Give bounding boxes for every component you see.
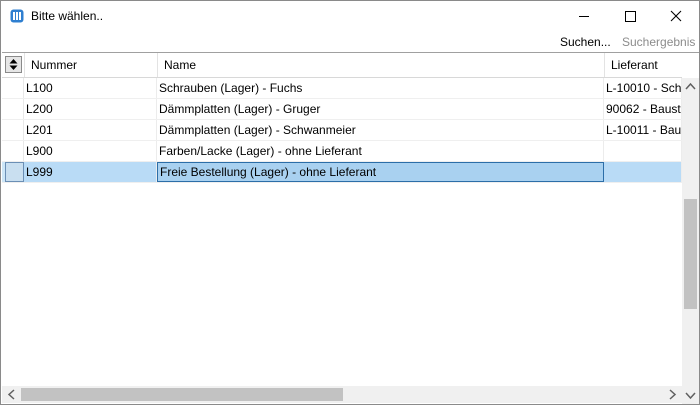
chevron-up-icon[interactable]	[682, 78, 699, 95]
cell-lieferant: L-10011 - Baus	[604, 120, 682, 140]
maximize-icon	[625, 11, 636, 22]
table-row[interactable]: L100 Schrauben (Lager) - Fuchs L-10010 -…	[2, 78, 682, 99]
sort-button[interactable]	[5, 56, 22, 73]
cell-nummer: L999	[24, 162, 157, 182]
table-row[interactable]: L200 Dämmplatten (Lager) - Gruger 90062 …	[2, 99, 682, 120]
row-selector[interactable]	[5, 99, 24, 119]
grid-app-icon	[10, 9, 24, 23]
grid-header: Nummer Name Lieferant	[2, 53, 682, 78]
cell-nummer: L200	[24, 99, 157, 119]
column-header-lieferant[interactable]: Lieferant	[604, 53, 682, 77]
row-selector[interactable]	[5, 78, 24, 98]
dialog-window: Bitte wählen.. Suchen... Suchergebnis Nu…	[0, 0, 700, 405]
search-button[interactable]: Suchen...	[560, 35, 611, 49]
minimize-icon	[579, 16, 589, 17]
chevron-left-icon[interactable]	[3, 386, 20, 403]
row-selector[interactable]	[5, 120, 24, 140]
window-title: Bitte wählen..	[31, 9, 104, 23]
row-selector[interactable]	[5, 141, 24, 161]
search-results-button[interactable]: Suchergebnis	[622, 35, 695, 49]
vertical-scroll-thumb[interactable]	[684, 199, 697, 309]
cell-name: Schrauben (Lager) - Fuchs	[157, 78, 604, 98]
sort-arrows-icon	[9, 59, 18, 70]
cell-name: Dämmplatten (Lager) - Schwanmeier	[157, 120, 604, 140]
table-row[interactable]: L900 Farben/Lacke (Lager) - ohne Liefera…	[2, 141, 682, 162]
cell-nummer: L900	[24, 141, 157, 161]
table-row-selected[interactable]: L999 Freie Bestellung (Lager) - ohne Lie…	[2, 162, 682, 183]
vertical-scrollbar[interactable]	[682, 78, 699, 404]
title-bar[interactable]: Bitte wählen..	[1, 1, 699, 31]
cell-lieferant: L-10010 - Schr	[604, 78, 682, 98]
minimize-button[interactable]	[561, 1, 607, 31]
cell-lieferant: 90062 - Bausto	[604, 99, 682, 119]
chevron-down-icon[interactable]	[682, 387, 699, 404]
close-button[interactable]	[653, 1, 699, 31]
cell-name: Farben/Lacke (Lager) - ohne Lieferant	[157, 141, 604, 161]
selection-grid[interactable]: Nummer Name Lieferant L100 Schrauben (La…	[2, 52, 699, 404]
cell-nummer: L100	[24, 78, 157, 98]
cell-nummer: L201	[24, 120, 157, 140]
row-selector[interactable]	[5, 162, 24, 182]
cell-name[interactable]: Freie Bestellung (Lager) - ohne Lieferan…	[157, 162, 604, 182]
cell-lieferant	[604, 141, 682, 161]
maximize-button[interactable]	[607, 1, 653, 31]
table-row[interactable]: L201 Dämmplatten (Lager) - Schwanmeier L…	[2, 120, 682, 141]
horizontal-scroll-thumb[interactable]	[21, 388, 343, 401]
chevron-right-icon[interactable]	[664, 386, 681, 403]
cell-lieferant	[604, 162, 682, 182]
column-header-nummer[interactable]: Nummer	[24, 53, 157, 77]
horizontal-scrollbar[interactable]	[2, 386, 682, 403]
cell-name: Dämmplatten (Lager) - Gruger	[157, 99, 604, 119]
column-header-name[interactable]: Name	[157, 53, 604, 77]
close-icon	[670, 10, 682, 22]
